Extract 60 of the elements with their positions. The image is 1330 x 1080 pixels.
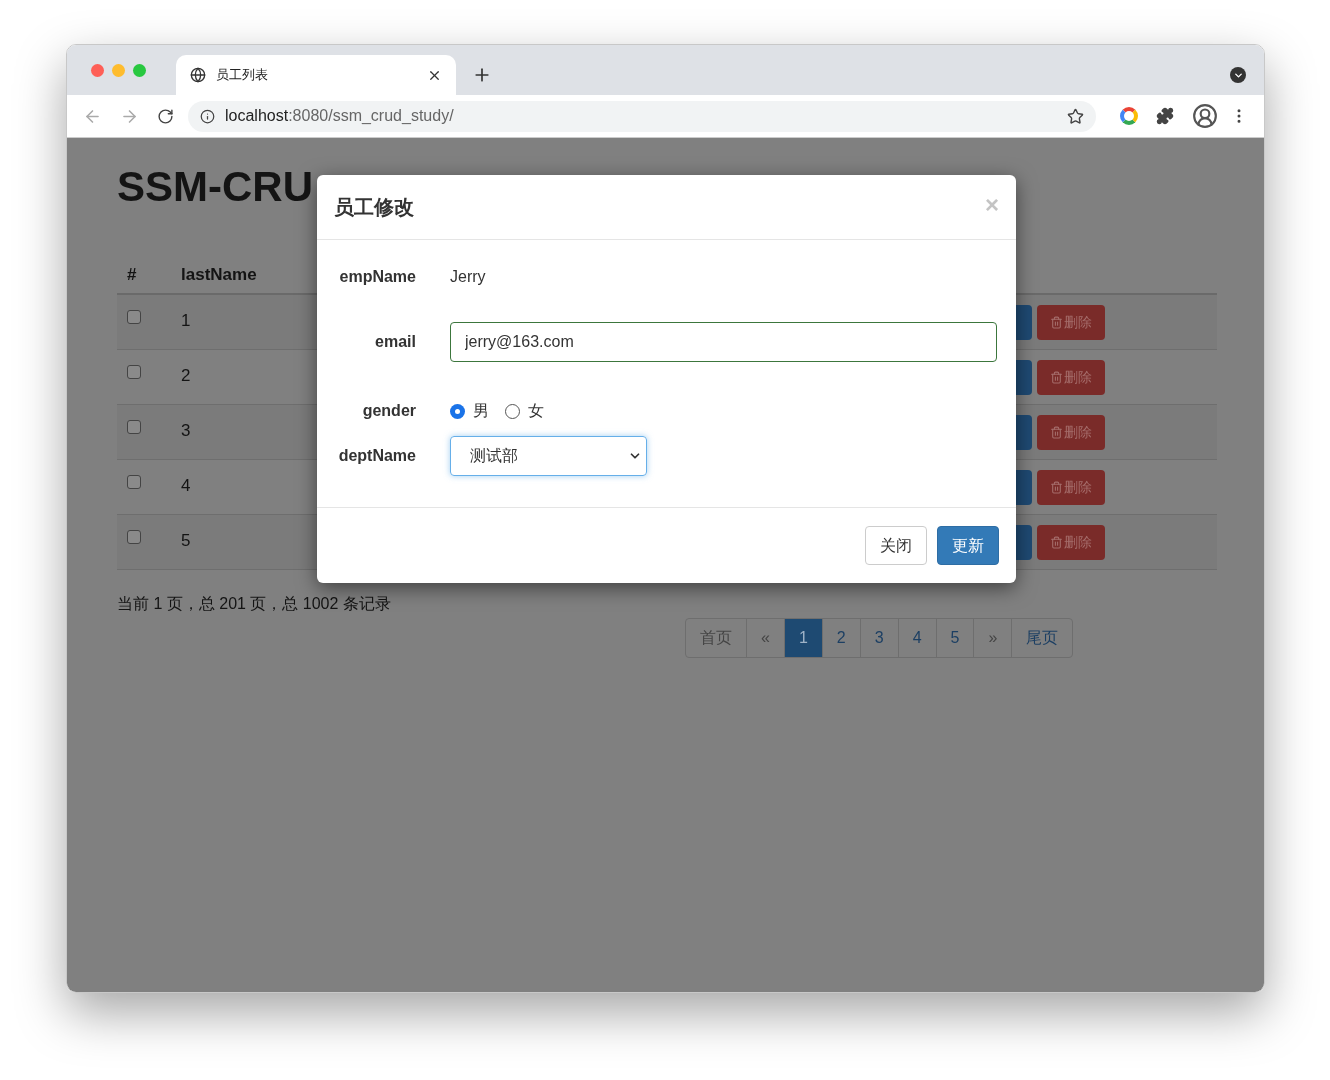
- table-cell-text: 5: [181, 530, 191, 552]
- field-label: gender: [361, 401, 416, 421]
- trash-icon: [1050, 425, 1063, 439]
- trash-icon: [1050, 480, 1063, 494]
- star-icon[interactable]: [1067, 107, 1084, 125]
- page-link[interactable]: 首页: [686, 619, 746, 657]
- row-checkbox[interactable]: [127, 420, 141, 434]
- page-link[interactable]: 2: [821, 619, 860, 657]
- field-value: Jerry: [450, 267, 486, 287]
- page-link[interactable]: 3: [859, 619, 898, 657]
- gender-radio[interactable]: 女: [505, 399, 544, 423]
- column-header: #: [126, 264, 138, 287]
- delete-button[interactable]: 删除: [1037, 304, 1105, 340]
- field-label: email: [374, 332, 416, 352]
- info-icon: [200, 108, 215, 124]
- table-cell-text: 4: [181, 475, 191, 497]
- dialog-title: 员工修改: [334, 195, 414, 220]
- page-link[interactable]: 5: [935, 619, 974, 657]
- table-cell-text: 1: [181, 310, 191, 332]
- maximize-window-icon[interactable]: [133, 64, 146, 77]
- gender-radio[interactable]: 男: [450, 399, 489, 423]
- extensions-icon[interactable]: [1156, 107, 1174, 125]
- close-window-icon[interactable]: [91, 64, 104, 77]
- profile-icon[interactable]: [1192, 103, 1218, 129]
- trash-icon: [1050, 535, 1063, 549]
- update-button[interactable]: 更新: [937, 526, 999, 565]
- reload-icon[interactable]: [157, 107, 174, 125]
- trash-icon: [1050, 315, 1063, 329]
- page-info: 当前 1 页，总 201 页，总 1002 条记录: [117, 594, 392, 614]
- table-cell-text: 2: [181, 365, 191, 387]
- ring-icon[interactable]: [1120, 107, 1138, 125]
- close-dialog-button[interactable]: 关闭: [865, 526, 927, 565]
- field-label: empName: [338, 267, 416, 287]
- tab-title: 员工列表: [216, 66, 269, 85]
- row-checkbox[interactable]: [127, 365, 141, 379]
- row-checkbox[interactable]: [127, 530, 141, 544]
- globe-icon: [190, 67, 206, 83]
- page-link[interactable]: 4: [897, 619, 936, 657]
- delete-button[interactable]: 删除: [1037, 469, 1105, 505]
- close-button[interactable]: ×: [985, 186, 999, 223]
- delete-button[interactable]: 删除: [1037, 414, 1105, 450]
- row-checkbox[interactable]: [127, 475, 141, 489]
- delete-button[interactable]: 删除: [1037, 359, 1105, 395]
- browser-tab[interactable]: 员工列表: [176, 55, 456, 95]
- trash-icon: [1050, 370, 1063, 384]
- row-checkbox[interactable]: [127, 310, 141, 324]
- page-link[interactable]: »: [973, 619, 1012, 657]
- page-title: SSM-CRU: [117, 162, 313, 212]
- column-header: lastName: [181, 264, 257, 287]
- url-text: localhost:8080/ssm_crud_study/: [225, 106, 455, 126]
- page-link[interactable]: 尾页: [1011, 619, 1073, 657]
- address-bar[interactable]: localhost:8080/ssm_crud_study/: [188, 100, 1096, 132]
- email-field[interactable]: jerry@163.com: [450, 322, 997, 362]
- page-link[interactable]: «: [746, 619, 784, 657]
- page-link[interactable]: 1: [783, 619, 822, 657]
- table-cell-text: 3: [181, 420, 191, 442]
- delete-button[interactable]: 删除: [1037, 524, 1105, 560]
- tab-search-icon[interactable]: [1230, 67, 1246, 83]
- field-label: deptName: [337, 446, 416, 466]
- department-select[interactable]: 测试部: [450, 436, 647, 476]
